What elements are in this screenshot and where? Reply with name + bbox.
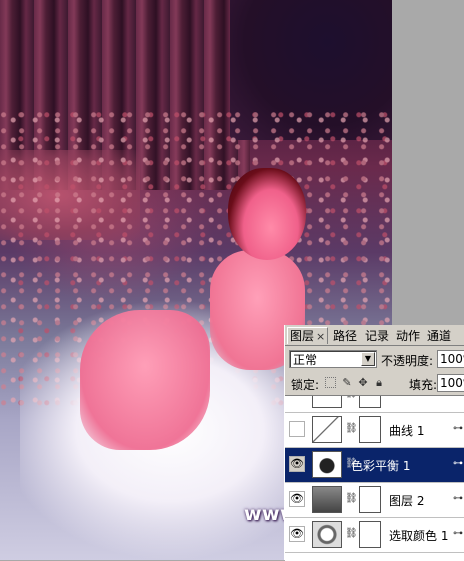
tab-paths[interactable]: 路径 bbox=[333, 328, 357, 344]
tab-layers-label: 图层 bbox=[290, 329, 315, 343]
eye-icon[interactable]: 👁︎ bbox=[289, 526, 305, 542]
fill-label: 填充: bbox=[409, 378, 438, 392]
chain-link-icon: ⛓ bbox=[345, 396, 358, 399]
layer-row[interactable]: ⛓ 曲线 1 ⊶ bbox=[285, 413, 464, 448]
link-icon: ⊶ bbox=[453, 493, 463, 504]
move-icon[interactable]: ✥ bbox=[357, 377, 369, 389]
layer-mask bbox=[359, 521, 381, 548]
selective-color-icon bbox=[312, 521, 342, 548]
chain-link-icon: ⛓ bbox=[345, 493, 358, 504]
layer-row[interactable]: ⛓ bbox=[285, 396, 464, 413]
layer-row[interactable]: 👁︎ ⛓ 选取颜色 1 ⊶ bbox=[285, 518, 464, 553]
layers-panel: 图层× 路径 记录 动作 通道 正常 ▼ 不透明度: 100% 锁定: ✎ ✥ … bbox=[284, 325, 464, 561]
layer-row[interactable]: 👁︎ ⛓ 色彩平衡 1 ⊶ bbox=[285, 448, 464, 483]
chevron-down-icon[interactable]: ▼ bbox=[361, 352, 375, 366]
link-icon: ⊶ bbox=[453, 458, 463, 469]
pixel-layer-thumbnail bbox=[312, 486, 342, 513]
lock-label: 锁定: bbox=[291, 378, 320, 392]
tab-channels[interactable]: 通道 bbox=[427, 328, 451, 344]
link-icon: ⊶ bbox=[453, 423, 463, 434]
tab-layers[interactable]: 图层 × bbox=[287, 327, 329, 344]
layer-name: 色彩平衡 1 bbox=[351, 459, 411, 473]
opacity-input[interactable]: 100% bbox=[437, 350, 464, 368]
blend-mode-value: 正常 bbox=[293, 353, 318, 367]
link-icon: ⊶ bbox=[453, 528, 463, 539]
lock-row: 锁定: ✎ ✥ 🔒︎ 填充: 100% bbox=[285, 373, 464, 395]
layers-list: ⛓ ⛓ 曲线 1 ⊶ 👁︎ ⛓ 色彩平衡 1 ⊶ 👁︎ ⛓ 图层 2 ⊶ bbox=[285, 395, 464, 561]
layer-name: 曲线 1 bbox=[389, 424, 425, 438]
lock-icon[interactable]: 🔒︎ bbox=[373, 377, 385, 389]
brush-icon[interactable]: ✎ bbox=[341, 377, 353, 389]
visibility-toggle[interactable] bbox=[289, 421, 305, 437]
layer-name: 选取颜色 1 bbox=[389, 529, 449, 543]
layer-row[interactable]: 👁︎ ⛓ 图层 2 ⊶ bbox=[285, 483, 464, 518]
workspace-background bbox=[392, 0, 464, 325]
woman-head bbox=[228, 168, 306, 260]
color-balance-icon bbox=[312, 451, 342, 478]
layer-name: 图层 2 bbox=[389, 494, 425, 508]
panel-tabs: 图层 × 路径 记录 动作 通道 bbox=[285, 325, 464, 346]
close-icon[interactable]: × bbox=[316, 330, 325, 343]
tab-history[interactable]: 记录 bbox=[365, 328, 389, 344]
blend-mode-select[interactable]: 正常 ▼ bbox=[289, 350, 377, 368]
woman-arms bbox=[80, 310, 210, 450]
eye-icon[interactable]: 👁︎ bbox=[289, 491, 305, 507]
levels-icon bbox=[312, 396, 342, 408]
layer-mask bbox=[359, 486, 381, 513]
curves-icon bbox=[312, 416, 342, 443]
eye-icon[interactable]: 👁︎ bbox=[289, 456, 305, 472]
chain-link-icon: ⛓ bbox=[345, 423, 358, 434]
lock-transparency-icon[interactable] bbox=[325, 377, 336, 388]
opacity-label: 不透明度: bbox=[381, 354, 434, 368]
layer-mask bbox=[359, 396, 381, 408]
chain-link-icon: ⛓ bbox=[345, 528, 358, 539]
tab-actions[interactable]: 动作 bbox=[396, 328, 420, 344]
fill-input[interactable]: 100% bbox=[437, 374, 464, 392]
layer-mask bbox=[359, 416, 381, 443]
